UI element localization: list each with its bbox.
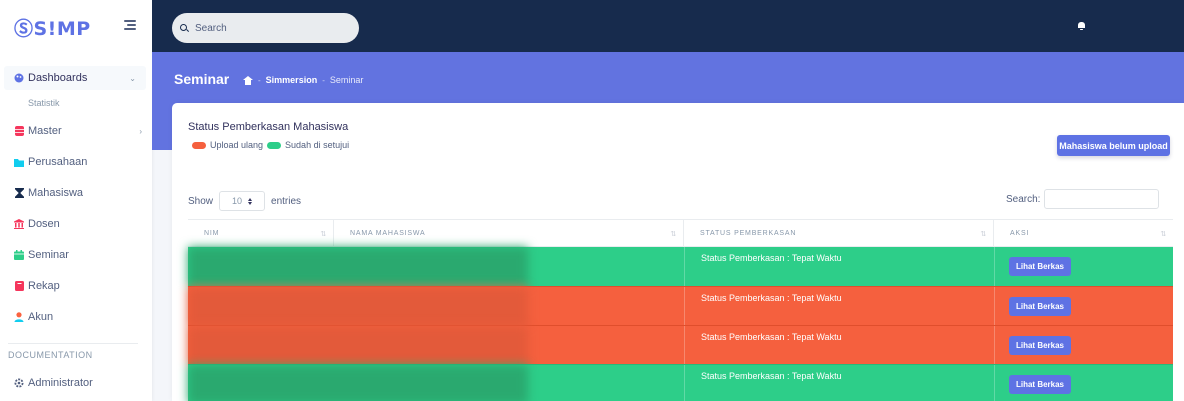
action-cell: Lihat Berkas (994, 287, 1173, 326)
redacted-cell (188, 326, 528, 365)
book-icon (14, 281, 24, 291)
sort-icon: ⇅ (980, 230, 987, 238)
building-icon (14, 219, 24, 229)
sidebar-divider (8, 343, 138, 344)
chevron-down-icon: ⌄ (129, 73, 136, 83)
brand-logo[interactable]: ⓈS!MP (14, 16, 91, 40)
search-icon (180, 23, 189, 33)
user-icon (14, 312, 24, 322)
palette-icon (14, 73, 24, 83)
chevron-right-icon: › (139, 126, 142, 136)
table-row: Status Pemberkasan : Tepat Waktu Lihat B… (188, 364, 1173, 401)
status-card: Status Pemberkasan Mahasiswa Upload ulan… (172, 103, 1184, 401)
status-cell: Status Pemberkasan : Tepat Waktu (684, 326, 994, 365)
breadcrumb: - Simmersion - Seminar (243, 75, 363, 85)
home-icon[interactable] (243, 75, 253, 85)
entries-select[interactable]: 10 (219, 191, 266, 211)
legend-swatch-disetujui (267, 141, 282, 149)
sidebar-item-master[interactable]: Master › (0, 119, 152, 143)
status-cell: Status Pemberkasan : Tepat Waktu (684, 365, 994, 401)
action-cell: Lihat Berkas (994, 326, 1173, 365)
page-title: Seminar (174, 71, 230, 87)
redacted-cell (188, 365, 528, 401)
legend-label: Sudah di setujui (285, 140, 350, 150)
database-icon (14, 126, 24, 136)
column-header-label: NAMA MAHASISWA (350, 230, 426, 237)
column-header-nim[interactable]: NIM ⇅ (188, 220, 334, 247)
search-bar[interactable] (172, 13, 359, 43)
legend-label: Upload ulang (210, 140, 264, 150)
sidebar-item-label: Akun (28, 311, 54, 323)
column-header-status[interactable]: STATUS PEMBERKASAN ⇅ (684, 220, 994, 247)
column-header-nama[interactable]: NAMA MAHASISWA ⇅ (334, 220, 684, 247)
sidebar: ⓈS!MP Dashboards ⌄ Statistik Master › Pe… (0, 0, 152, 401)
documentation-heading: DOCUMENTATION (8, 350, 93, 360)
folder-icon (14, 157, 24, 167)
show-label: Show (188, 195, 214, 207)
lihat-berkas-button[interactable]: Lihat Berkas (1009, 257, 1071, 276)
status-legend: Upload ulang Sudah di setujui (192, 140, 349, 150)
topbar (152, 0, 1184, 52)
hourglass-icon (14, 188, 24, 198)
calendar-icon (14, 250, 24, 260)
gear-icon (14, 378, 24, 388)
lihat-berkas-button[interactable]: Lihat Berkas (1009, 375, 1071, 394)
table-row: Status Pemberkasan : Tepat Waktu Lihat B… (188, 286, 1173, 326)
status-cell: Status Pemberkasan : Tepat Waktu (684, 247, 994, 286)
breadcrumb-separator: - (258, 75, 261, 85)
sidebar-item-label: Rekap (28, 280, 60, 292)
sidebar-item-administrator[interactable]: Administrator (0, 371, 152, 395)
breadcrumb-separator: - (322, 75, 325, 85)
redacted-cell (188, 287, 528, 326)
sidebar-item-dashboards[interactable]: Dashboards ⌄ (4, 66, 146, 90)
redacted-cell (188, 247, 528, 286)
sidebar-item-rekap[interactable]: Rekap (0, 274, 152, 298)
sidebar-item-label: Dashboards (28, 72, 88, 84)
column-header-aksi[interactable]: AKSI ⇅ (994, 220, 1173, 247)
menu-toggle-icon[interactable] (124, 20, 136, 30)
column-header-label: STATUS PEMBERKASAN (700, 230, 797, 237)
action-cell: Lihat Berkas (994, 247, 1173, 286)
sidebar-item-label: Mahasiswa (28, 187, 84, 199)
select-caret-icon (248, 197, 253, 205)
sort-icon: ⇅ (320, 230, 327, 238)
status-cell: Status Pemberkasan : Tepat Waktu (684, 287, 994, 326)
legend-swatch-upload-ulang (192, 141, 206, 149)
sidebar-item-seminar[interactable]: Seminar (0, 243, 152, 267)
mahasiswa-belum-upload-button[interactable]: Mahasiswa belum upload (1057, 135, 1170, 156)
sidebar-subitem-statistik[interactable]: Statistik (28, 98, 60, 108)
column-header-label: AKSI (1010, 230, 1030, 237)
table-row: Status Pemberkasan : Tepat Waktu Lihat B… (188, 325, 1173, 365)
action-cell: Lihat Berkas (994, 365, 1173, 401)
lihat-berkas-button[interactable]: Lihat Berkas (1009, 336, 1071, 355)
sidebar-item-label: Perusahaan (28, 156, 88, 168)
entries-label: entries (271, 195, 302, 207)
sidebar-item-label: Administrator (28, 377, 93, 389)
breadcrumb-item-current: Seminar (329, 75, 364, 85)
card-title: Status Pemberkasan Mahasiswa (188, 121, 349, 133)
entries-length-control: Show 10 entries (188, 191, 301, 211)
breadcrumb-item[interactable]: Simmersion (266, 75, 318, 85)
table-search-label: Search: (1006, 194, 1041, 205)
sidebar-item-akun[interactable]: Akun (0, 305, 152, 329)
sidebar-item-label: Seminar (28, 249, 69, 261)
column-header-label: NIM (204, 230, 220, 237)
search-input[interactable] (195, 22, 345, 34)
sidebar-item-perusahaan[interactable]: Perusahaan (0, 150, 152, 174)
sort-icon: ⇅ (670, 230, 677, 238)
sidebar-item-label: Master (28, 125, 62, 137)
table-row: Status Pemberkasan : Tepat Waktu Lihat B… (188, 247, 1173, 286)
sidebar-item-label: Dosen (28, 218, 60, 230)
sidebar-item-dosen[interactable]: Dosen (0, 212, 152, 236)
status-table: NIM ⇅ NAMA MAHASISWA ⇅ STATUS PEMBERKASA… (188, 219, 1173, 401)
entries-value: 10 (232, 196, 243, 206)
lihat-berkas-button[interactable]: Lihat Berkas (1009, 297, 1071, 316)
sort-icon: ⇅ (1160, 230, 1167, 238)
logo-text: ⓈS!MP (14, 17, 91, 40)
table-search-input[interactable] (1044, 189, 1159, 209)
bell-icon[interactable] (1078, 22, 1085, 30)
table-header: NIM ⇅ NAMA MAHASISWA ⇅ STATUS PEMBERKASA… (188, 219, 1173, 247)
sidebar-item-mahasiswa[interactable]: Mahasiswa (0, 181, 152, 205)
